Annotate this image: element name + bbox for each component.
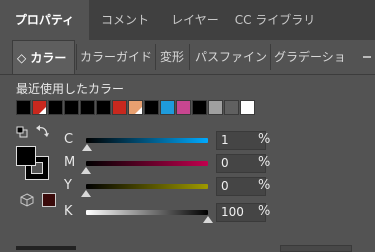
recent-color-swatch[interactable] xyxy=(80,100,95,115)
slider-track[interactable] xyxy=(86,161,208,166)
tab-divider xyxy=(270,44,271,70)
slider-thumb[interactable] xyxy=(82,144,93,151)
gamut-warning-mark xyxy=(135,107,142,114)
slider-track[interactable] xyxy=(86,210,208,215)
recent-color-swatch[interactable] xyxy=(64,100,79,115)
recent-color-swatch[interactable] xyxy=(32,100,47,115)
current-color-swatch[interactable] xyxy=(42,193,56,207)
recent-color-swatch[interactable] xyxy=(96,100,111,115)
tab-layers[interactable]: レイヤー xyxy=(161,0,229,40)
recent-color-swatch[interactable] xyxy=(176,100,191,115)
slider-track[interactable] xyxy=(86,184,208,189)
subtab-color-guide[interactable]: カラーガイド xyxy=(80,40,152,74)
slider-track[interactable] xyxy=(86,138,208,143)
percent-unit: % xyxy=(258,178,271,193)
subtab-color[interactable]: ◇ カラー xyxy=(12,40,75,74)
fill-swatch[interactable] xyxy=(16,146,36,166)
slider-thumb[interactable] xyxy=(81,167,91,174)
recent-colors-label: 最近使用したカラー xyxy=(16,82,125,96)
tab-divider xyxy=(155,44,156,70)
out-of-gamut-cube-icon[interactable] xyxy=(20,193,34,207)
tab-divider xyxy=(76,44,77,70)
recent-color-swatch[interactable] xyxy=(240,100,255,115)
divider xyxy=(0,74,375,75)
slider-label: C xyxy=(64,132,74,147)
default-fill-stroke-icon[interactable] xyxy=(16,126,28,138)
tab-comments[interactable]: コメント xyxy=(89,0,161,40)
recent-color-swatch[interactable] xyxy=(128,100,143,115)
subtab-transform[interactable]: 変形 xyxy=(160,40,184,74)
recent-color-swatch[interactable] xyxy=(48,100,63,115)
recent-color-swatch[interactable] xyxy=(208,100,223,115)
subtab-pathfinder[interactable]: パスファイン xyxy=(195,40,267,74)
swap-arrow-icon[interactable] xyxy=(36,124,50,138)
recent-swatches xyxy=(16,100,256,116)
panel-menu-icon[interactable] xyxy=(363,56,371,58)
tab-properties[interactable]: プロパティ xyxy=(0,0,89,40)
gamut-warning-mark xyxy=(39,107,46,114)
recent-color-swatch[interactable] xyxy=(224,100,239,115)
recent-color-swatch[interactable] xyxy=(112,100,127,115)
slider-label: M xyxy=(64,155,76,170)
slider-label: Y xyxy=(64,178,72,193)
percent-unit: % xyxy=(258,155,271,170)
bottom-field[interactable] xyxy=(280,245,352,252)
percent-unit: % xyxy=(258,132,271,147)
recent-color-swatch[interactable] xyxy=(192,100,207,115)
recent-color-swatch[interactable] xyxy=(160,100,175,115)
slider-thumb[interactable] xyxy=(203,216,213,223)
color-ramp[interactable] xyxy=(16,246,76,250)
recent-color-swatch[interactable] xyxy=(16,100,31,115)
slider-thumb[interactable] xyxy=(81,190,91,197)
tab-divider xyxy=(189,44,190,70)
percent-unit: % xyxy=(258,204,271,219)
subtab-gradient[interactable]: グラデーショ xyxy=(274,40,346,74)
recent-color-swatch[interactable] xyxy=(144,100,159,115)
slider-label: K xyxy=(64,204,73,219)
tab-cc-libraries[interactable]: CC ライブラリ xyxy=(229,0,321,40)
